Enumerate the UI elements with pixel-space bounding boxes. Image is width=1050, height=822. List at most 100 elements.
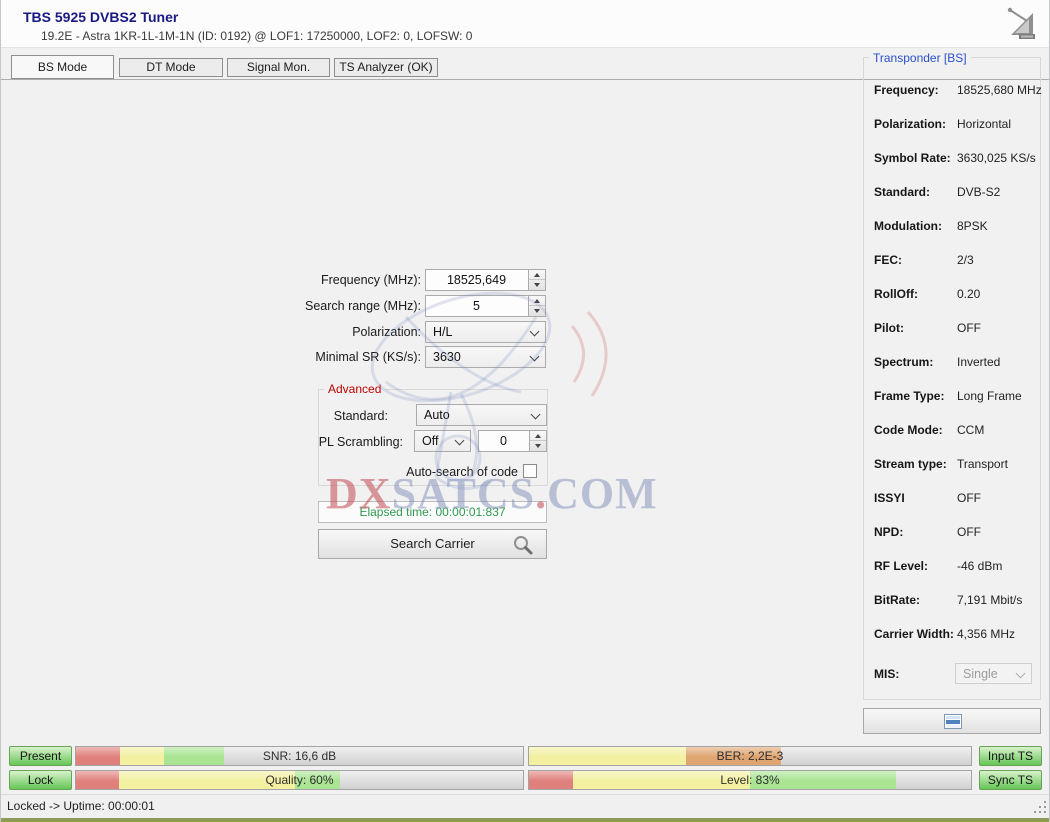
field-label: Symbol Rate: [874, 151, 951, 165]
field-label: Spectrum: [874, 355, 933, 369]
field-value: 7,191 Mbit/s [957, 593, 1022, 607]
frequency-value: 18525,649 [426, 270, 527, 290]
status-bar: Locked -> Uptime: 00:00:01 [1, 794, 1050, 818]
transponder-row: Symbol Rate:3630,025 KS/s [874, 151, 1036, 185]
frequency-spinner[interactable] [528, 270, 545, 290]
bar-label: Quality: 60% [76, 771, 523, 789]
field-label: Code Mode: [874, 423, 943, 437]
search-range-spinner[interactable] [528, 296, 545, 316]
ber-bar: BER: 2,2E-3 [528, 746, 972, 766]
transponder-row: Standard:DVB-S2 [874, 185, 1036, 219]
field-value: Long Frame [957, 389, 1022, 403]
polarization-label: Polarization: [251, 325, 421, 339]
field-label: Modulation: [874, 219, 942, 233]
pl-scrambling-label: PL Scrambling: [238, 435, 403, 449]
bar-label: BER: 2,2E-3 [529, 747, 971, 765]
spin-down-icon[interactable] [529, 306, 545, 316]
status-text: Locked -> Uptime: 00:00:01 [7, 799, 155, 813]
field-label: RollOff: [874, 287, 918, 301]
chevron-down-icon [530, 352, 540, 362]
tab-bs-mode[interactable]: BS Mode [11, 55, 114, 79]
field-value: CCM [957, 423, 984, 437]
pl-code-spinner[interactable] [529, 431, 546, 451]
transponder-row: BitRate: 7,191 Mbit/s [874, 593, 1036, 627]
auto-search-checkbox[interactable] [523, 464, 537, 478]
lock-indicator: Lock [9, 770, 72, 790]
tab-ts-analyzer-ok[interactable]: TS Analyzer (OK) [334, 58, 438, 77]
transponder-rows: Frequency:18525,680 MHzPolarization:Hori… [874, 83, 1036, 661]
header: TBS 5925 DVBS2 Tuner 19.2E - Astra 1KR-1… [1, 0, 1050, 48]
mis-select[interactable]: Single [955, 663, 1032, 684]
sync-ts-indicator: Sync TS [979, 770, 1042, 790]
transponder-row: Code Mode: CCM [874, 423, 1036, 457]
spin-up-icon[interactable] [529, 270, 545, 280]
field-label: Pilot: [874, 321, 904, 335]
field-value: 18525,680 MHz [957, 83, 1042, 97]
field-label: Frequency: [874, 83, 939, 97]
transponder-row: FEC:2/3 [874, 253, 1036, 287]
transponder-row: Stream type:Transport [874, 457, 1036, 491]
present-indicator: Present [9, 746, 72, 766]
pl-code-value: 0 [479, 431, 528, 451]
field-label: Stream type: [874, 457, 947, 471]
field-value: OFF [957, 321, 981, 335]
pl-scrambling-select[interactable]: Off [414, 430, 471, 452]
chevron-down-icon [531, 410, 541, 420]
advanced-group-title: Advanced [324, 382, 385, 396]
tab-signal-mon[interactable]: Signal Mon. [227, 58, 330, 77]
bottom-edge-strip [1, 818, 1050, 822]
satellite-dish-icon [1001, 5, 1039, 41]
elapsed-time-box: Elapsed time: 00:00:01:837 [318, 501, 547, 523]
field-label: RF Level: [874, 559, 928, 573]
field-label: Polarization: [874, 117, 946, 131]
auto-search-label: Auto-search of code [348, 465, 518, 479]
resize-grip[interactable] [1034, 801, 1046, 813]
minimal-sr-select[interactable]: 3630 [425, 346, 546, 368]
minimal-sr-value: 3630 [433, 347, 461, 367]
polarization-value: H/L [433, 322, 452, 342]
pl-scrambling-value: Off [422, 431, 438, 451]
transponder-row: Frequency:18525,680 MHz [874, 83, 1036, 117]
transponder-row: Spectrum:Inverted [874, 355, 1036, 389]
magnifier-icon [512, 534, 534, 556]
transponder-group-title: Transponder [BS] [869, 51, 971, 65]
bar-label: SNR: 16,6 dB [76, 747, 523, 765]
field-label: Frame Type: [874, 389, 944, 403]
field-value: DVB-S2 [957, 185, 1000, 199]
spin-up-icon[interactable] [529, 296, 545, 306]
spin-down-icon[interactable] [529, 280, 545, 290]
search-carrier-button[interactable]: Search Carrier [318, 529, 547, 559]
ts-list-button[interactable] [863, 708, 1041, 734]
frequency-input[interactable]: 18525,649 [425, 269, 546, 291]
transponder-row: NPD:OFF [874, 525, 1036, 559]
chevron-down-icon [1016, 669, 1026, 679]
quality-bar: Quality: 60% [75, 770, 524, 790]
chevron-down-icon [455, 436, 465, 446]
input-ts-indicator: Input TS [979, 746, 1042, 766]
field-value: -46 dBm [957, 559, 1002, 573]
field-value: OFF [957, 525, 981, 539]
minimal-sr-label: Minimal SR (KS/s): [251, 350, 421, 364]
polarization-select[interactable]: H/L [425, 321, 546, 343]
search-range-input[interactable]: 5 [425, 295, 546, 317]
transponder-row: Frame Type: Long Frame [874, 389, 1036, 423]
field-label: BitRate: [874, 593, 920, 607]
mis-label: MIS: [874, 667, 899, 681]
tuner-window: TBS 5925 DVBS2 Tuner 19.2E - Astra 1KR-1… [0, 0, 1050, 822]
elapsed-time-text: Elapsed time: 00:00:01:837 [359, 505, 505, 519]
bar-label: Level: 83% [529, 771, 971, 789]
chevron-down-icon [530, 327, 540, 337]
transponder-groupbox: Frequency:18525,680 MHzPolarization:Hori… [863, 57, 1041, 700]
pl-code-input[interactable]: 0 [478, 430, 547, 452]
spin-up-icon[interactable] [530, 431, 546, 441]
tab-dt-mode[interactable]: DT Mode [119, 58, 223, 77]
transponder-row: ISSYIOFF [874, 491, 1036, 525]
snr-bar: SNR: 16,6 dB [75, 746, 524, 766]
field-label: ISSYI [874, 491, 905, 505]
spin-down-icon[interactable] [530, 441, 546, 451]
standard-select[interactable]: Auto [416, 404, 547, 426]
transponder-row: RollOff: 0.20 [874, 287, 1036, 321]
field-value: 0.20 [957, 287, 980, 301]
transponder-row: Polarization:Horizontal [874, 117, 1036, 151]
transponder-row: Modulation:8PSK [874, 219, 1036, 253]
